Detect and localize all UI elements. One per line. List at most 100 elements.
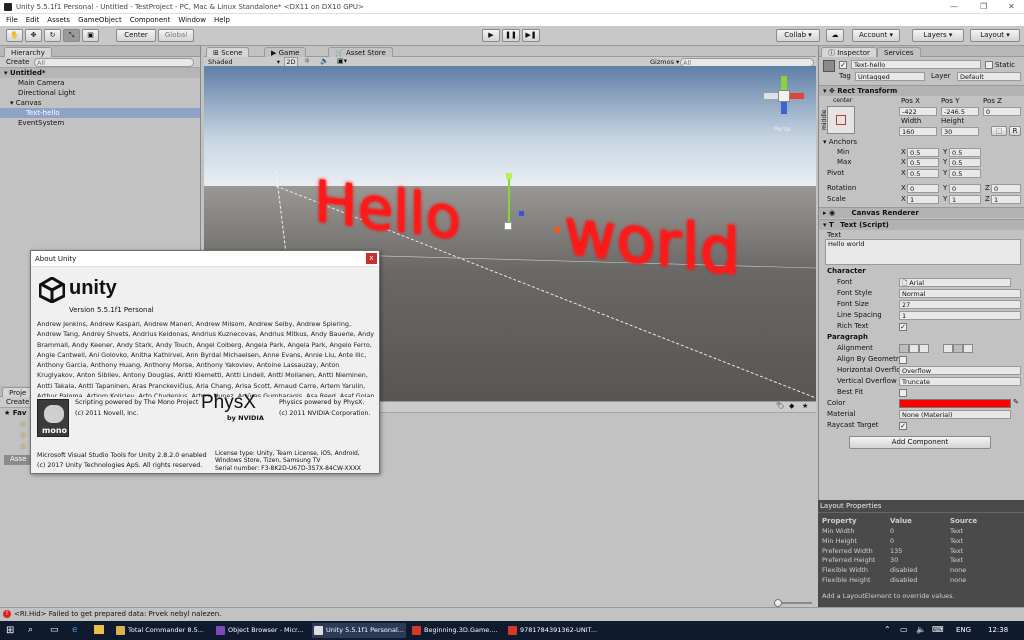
layout-button[interactable]: Layout ▾ bbox=[970, 29, 1020, 42]
move-gizmo-center[interactable] bbox=[504, 222, 512, 230]
project-create-button[interactable]: Create bbox=[6, 398, 29, 406]
label-filter-icon[interactable]: ◆ bbox=[789, 402, 794, 410]
align-bottom-button[interactable] bbox=[963, 344, 973, 353]
best-fit-checkbox[interactable] bbox=[899, 389, 907, 397]
edge-icon[interactable]: e bbox=[72, 625, 78, 635]
restore-icon[interactable]: ❐ bbox=[980, 2, 987, 11]
windows-start-icon[interactable]: ⊞ bbox=[6, 625, 14, 636]
tag-dropdown[interactable]: Untagged bbox=[855, 72, 925, 81]
tag-filter-icon[interactable]: 🏷 bbox=[776, 402, 785, 410]
pivot-x-field[interactable]: 0.5 bbox=[907, 169, 939, 178]
cloud-button[interactable]: ☁ bbox=[826, 29, 844, 42]
pivot-center-button[interactable]: Center bbox=[116, 29, 156, 42]
vert-overflow-dropdown[interactable]: Truncate bbox=[899, 377, 1021, 386]
scale-x-field[interactable]: 1 bbox=[907, 195, 939, 204]
rotate-tool-button[interactable]: ↻ bbox=[44, 29, 61, 42]
tab-inspector[interactable]: ⓘ Inspector bbox=[821, 47, 877, 57]
anchor-max-y-field[interactable]: 0.5 bbox=[949, 158, 981, 167]
move-gizmo-plane[interactable] bbox=[519, 211, 524, 216]
align-middle-button[interactable] bbox=[953, 344, 963, 353]
tab-project[interactable]: Proje bbox=[2, 387, 34, 397]
align-right-button[interactable] bbox=[919, 344, 929, 353]
menu-gameobject[interactable]: GameObject bbox=[78, 14, 122, 26]
clock[interactable]: 12:38 bbox=[988, 626, 1008, 634]
raw-edit-button[interactable]: R bbox=[1009, 126, 1021, 136]
pos-x-field[interactable]: -422 bbox=[899, 107, 937, 116]
hand-tool-button[interactable]: ✋ bbox=[6, 29, 23, 42]
anchors-foldout[interactable]: ▾ Anchors bbox=[823, 138, 857, 146]
minimize-icon[interactable]: — bbox=[950, 2, 958, 11]
font-field[interactable]: 🗋 Arial bbox=[899, 278, 1011, 287]
gameobject-name-input[interactable]: Text-hello bbox=[851, 60, 981, 69]
static-checkbox[interactable] bbox=[985, 61, 993, 69]
menu-assets[interactable]: Assets bbox=[47, 14, 70, 26]
task-view-icon[interactable]: ▭ bbox=[50, 625, 59, 635]
hierarchy-item-canvas[interactable]: ▾ Canvas bbox=[0, 98, 200, 108]
taskbar-app-pdf-1[interactable]: Beginning.3D.Game.... bbox=[410, 623, 504, 638]
anchor-max-x-field[interactable]: 0.5 bbox=[907, 158, 939, 167]
align-top-button[interactable] bbox=[943, 344, 953, 353]
tab-hierarchy[interactable]: Hierarchy bbox=[4, 47, 52, 57]
horiz-overflow-dropdown[interactable]: Overflow bbox=[899, 366, 1021, 375]
scene-orientation-gizmo[interactable]: Persp bbox=[764, 76, 804, 133]
align-geometry-checkbox[interactable] bbox=[899, 356, 907, 364]
hierarchy-search-input[interactable]: All bbox=[34, 58, 194, 67]
hierarchy-item-eventsystem[interactable]: EventSystem bbox=[0, 118, 200, 128]
about-close-button[interactable]: x bbox=[366, 253, 377, 264]
height-field[interactable]: 30 bbox=[941, 127, 979, 136]
taskbar-app-total-commander[interactable]: Total Commander 8.5... bbox=[114, 623, 210, 638]
rich-text-checkbox[interactable]: ✓ bbox=[899, 323, 907, 331]
collab-button[interactable]: Collab ▾ bbox=[776, 29, 820, 42]
taskbar-app-pdf-2[interactable]: 9781784391362-UNIT... bbox=[506, 623, 600, 638]
taskbar-app-object-browser[interactable]: Object Browser - Micr... bbox=[214, 623, 310, 638]
width-field[interactable]: 160 bbox=[899, 127, 937, 136]
material-field[interactable]: None (Material) bbox=[899, 410, 1011, 419]
language-indicator[interactable]: ENG bbox=[956, 626, 971, 634]
layers-button[interactable]: Layers ▾ bbox=[912, 29, 964, 42]
pos-z-field[interactable]: 0 bbox=[983, 107, 1021, 116]
line-spacing-field[interactable]: 1 bbox=[899, 311, 1021, 320]
explorer-icon[interactable] bbox=[94, 625, 104, 634]
font-style-dropdown[interactable]: Normal bbox=[899, 289, 1021, 298]
rotation-x-field[interactable]: 0 bbox=[907, 184, 939, 193]
canvas-renderer-header[interactable]: ▸ ◉ Canvas Renderer bbox=[819, 207, 1024, 218]
hierarchy-item-main-camera[interactable]: Main Camera bbox=[0, 78, 200, 88]
close-icon[interactable]: ✕ bbox=[1008, 2, 1015, 11]
tray-chevron-icon[interactable]: ⌃ bbox=[884, 625, 891, 634]
step-button[interactable]: ▶❚ bbox=[522, 29, 540, 42]
favorite-star-icon[interactable]: ★ bbox=[802, 402, 808, 410]
keyboard-icon[interactable]: ⌨ bbox=[932, 625, 944, 634]
rect-tool-button[interactable]: ▣ bbox=[82, 29, 99, 42]
hierarchy-item-text-hello[interactable]: Text-hello bbox=[0, 108, 200, 118]
hierarchy-create-button[interactable]: Create bbox=[6, 58, 29, 66]
menu-window[interactable]: Window bbox=[178, 14, 206, 26]
rotation-y-field[interactable]: 0 bbox=[949, 184, 981, 193]
pos-y-field[interactable]: -246.5 bbox=[941, 107, 979, 116]
move-gizmo-y-axis[interactable] bbox=[508, 176, 510, 226]
menu-file[interactable]: File bbox=[6, 14, 18, 26]
volume-icon[interactable]: 🔈 bbox=[916, 625, 926, 634]
blueprint-mode-button[interactable]: ⬚ bbox=[991, 126, 1007, 136]
pause-button[interactable]: ❚❚ bbox=[502, 29, 520, 42]
account-button[interactable]: Account ▾ bbox=[852, 29, 900, 42]
global-local-button[interactable]: Global bbox=[158, 29, 194, 42]
tab-services[interactable]: Services bbox=[877, 47, 921, 57]
rect-transform-header[interactable]: ▾ ✥ Rect Transform bbox=[819, 85, 1024, 96]
menu-component[interactable]: Component bbox=[130, 14, 171, 26]
anchor-preset-button[interactable] bbox=[827, 106, 855, 134]
scale-tool-button[interactable]: ⤡ bbox=[63, 29, 80, 42]
anchor-min-x-field[interactable]: 0.5 bbox=[907, 148, 939, 157]
add-component-button[interactable]: Add Component bbox=[849, 436, 991, 449]
network-icon[interactable]: ▭ bbox=[900, 625, 908, 634]
play-button[interactable]: ▶ bbox=[482, 29, 500, 42]
text-area[interactable]: Hello world bbox=[825, 239, 1021, 265]
favorites-node[interactable]: ★ Fav bbox=[4, 409, 26, 417]
font-size-field[interactable]: 27 bbox=[899, 300, 1021, 309]
menu-edit[interactable]: Edit bbox=[26, 14, 40, 26]
scale-y-field[interactable]: 1 bbox=[949, 195, 981, 204]
hierarchy-item-directional-light[interactable]: Directional Light bbox=[0, 88, 200, 98]
status-bar[interactable]: ! <RI.Hid> Failed to get prepared data: … bbox=[0, 607, 1024, 621]
pivot-y-field[interactable]: 0.5 bbox=[949, 169, 981, 178]
align-left-button[interactable] bbox=[899, 344, 909, 353]
text-script-header[interactable]: ▾ T Text (Script) bbox=[819, 219, 1024, 230]
